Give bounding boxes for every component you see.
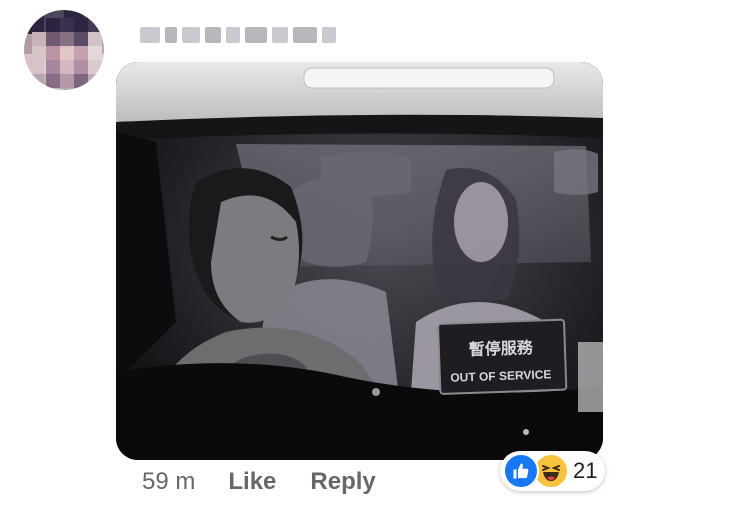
author-name[interactable]: [140, 22, 336, 48]
like-button[interactable]: Like: [228, 468, 276, 496]
comment-timestamp[interactable]: 59 m: [142, 468, 195, 496]
comment-photo[interactable]: 暫停服務 OUT OF SERVICE: [116, 62, 603, 460]
like-icon: [503, 453, 539, 489]
reply-button[interactable]: Reply: [310, 468, 375, 496]
reaction-count: 21: [573, 458, 598, 483]
avatar[interactable]: [24, 10, 104, 90]
reactions-summary[interactable]: 21: [500, 451, 606, 491]
sign-text-top: 暫停服務: [468, 338, 534, 359]
comment-actions: 59 m Like Reply: [142, 468, 376, 496]
